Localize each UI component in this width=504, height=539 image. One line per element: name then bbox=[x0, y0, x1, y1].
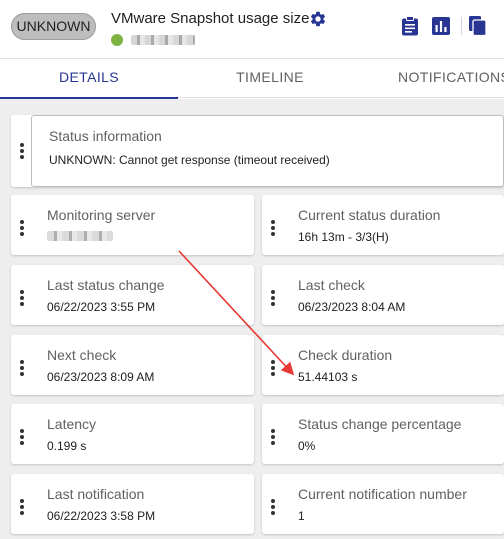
host-name-redacted bbox=[131, 35, 195, 45]
last-notification-card: Last notification 06/22/2023 3:58 PM bbox=[11, 474, 254, 534]
last-status-change-card: Last status change 06/22/2023 3:55 PM bbox=[11, 265, 254, 325]
card-label: Monitoring server bbox=[47, 207, 156, 223]
card-label: Last notification bbox=[47, 486, 145, 502]
card-value: 1 bbox=[298, 509, 305, 523]
tab-notifications[interactable]: NOTIFICATIONS bbox=[398, 59, 504, 98]
resource-header: UNKNOWN VMware Snapshot usage size bbox=[0, 0, 504, 58]
status-badge: UNKNOWN bbox=[11, 13, 96, 40]
card-value: 0% bbox=[298, 439, 316, 453]
status-information-card: Status information UNKNOWN: Cannot get r… bbox=[11, 115, 504, 187]
card-menu-icon[interactable] bbox=[17, 289, 27, 307]
host-status-dot bbox=[111, 34, 123, 46]
gear-icon[interactable] bbox=[309, 10, 327, 28]
monitoring-server-card: Monitoring server bbox=[11, 195, 254, 255]
card-menu-icon[interactable] bbox=[17, 219, 27, 237]
card-value: 51.44103 s bbox=[298, 370, 358, 384]
card-menu-icon[interactable] bbox=[268, 498, 278, 516]
header-divider bbox=[461, 17, 462, 35]
last-check-card: Last check 06/23/2023 8:04 AM bbox=[262, 265, 504, 325]
current-notification-number-card: Current notification number 1 bbox=[262, 474, 504, 534]
card-label: Status information bbox=[49, 128, 162, 144]
card-label: Status change percentage bbox=[298, 416, 462, 432]
service-title: VMware Snapshot usage size bbox=[111, 10, 310, 27]
tab-details[interactable]: DETAILS bbox=[0, 59, 178, 99]
tab-timeline[interactable]: TIMELINE bbox=[180, 59, 360, 98]
card-menu-icon[interactable] bbox=[17, 142, 27, 160]
card-value: 06/22/2023 3:58 PM bbox=[47, 509, 156, 523]
card-value: 06/23/2023 8:09 AM bbox=[47, 370, 155, 384]
card-value: 16h 13m - 3/3(H) bbox=[298, 230, 389, 244]
card-menu-icon[interactable] bbox=[17, 498, 27, 516]
monitoring-server-redacted bbox=[47, 231, 113, 241]
card-menu-icon[interactable] bbox=[268, 359, 278, 377]
card-menu-icon[interactable] bbox=[17, 428, 27, 446]
status-change-percentage-card: Status change percentage 0% bbox=[262, 404, 504, 464]
card-label: Last status change bbox=[47, 277, 165, 293]
card-value: 0.199 s bbox=[47, 439, 87, 453]
details-panel: Status information UNKNOWN: Cannot get r… bbox=[0, 99, 504, 539]
card-value: UNKNOWN: Cannot get response (timeout re… bbox=[49, 153, 330, 167]
card-menu-icon[interactable] bbox=[17, 359, 27, 377]
card-menu-icon[interactable] bbox=[268, 219, 278, 237]
card-label: Current status duration bbox=[298, 207, 441, 223]
card-label: Current notification number bbox=[298, 486, 467, 502]
tab-bar: DETAILS TIMELINE NOTIFICATIONS bbox=[0, 58, 504, 99]
card-value: 06/23/2023 8:04 AM bbox=[298, 300, 406, 314]
card-label: Next check bbox=[47, 347, 117, 363]
next-check-card: Next check 06/23/2023 8:09 AM bbox=[11, 335, 254, 395]
check-duration-card: Check duration 51.44103 s bbox=[262, 335, 504, 395]
card-menu-icon[interactable] bbox=[268, 428, 278, 446]
card-label: Check duration bbox=[298, 347, 393, 363]
current-status-duration-card: Current status duration 16h 13m - 3/3(H) bbox=[262, 195, 504, 255]
card-menu-icon[interactable] bbox=[268, 289, 278, 307]
clipboard-icon[interactable] bbox=[401, 16, 419, 36]
copy-icon[interactable] bbox=[469, 16, 487, 36]
latency-card: Latency 0.199 s bbox=[11, 404, 254, 464]
bar-chart-icon[interactable] bbox=[432, 16, 450, 36]
card-value: 06/22/2023 3:55 PM bbox=[47, 300, 156, 314]
card-label: Last check bbox=[298, 277, 365, 293]
status-information-box: Status information UNKNOWN: Cannot get r… bbox=[31, 115, 504, 187]
card-label: Latency bbox=[47, 416, 97, 432]
